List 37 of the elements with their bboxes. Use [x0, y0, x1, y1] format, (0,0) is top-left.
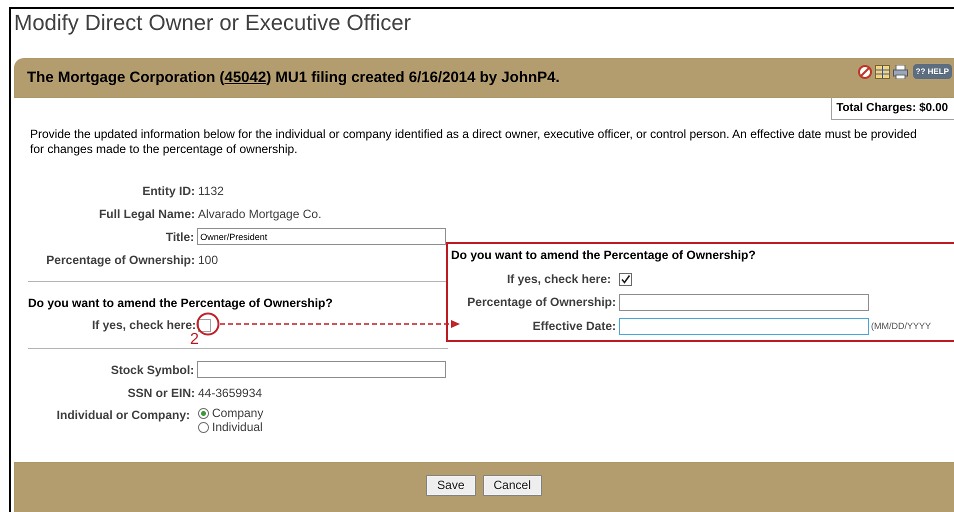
field-value: Alvarado Mortgage Co. [198, 206, 322, 223]
amend-question: Do you want to amend the Percentage of Ownership? [28, 295, 334, 312]
field-label: Effective Date: [532, 318, 617, 336]
amend-question: Do you want to amend the Percentage of Ownership? [451, 247, 757, 264]
field-label: If yes, check here: [506, 271, 612, 288]
field-label: Percentage of Ownership: [466, 294, 617, 312]
total-charges: Total Charges: $0.00 [831, 98, 954, 120]
page-title: Modify Direct Owner or Executive Officer [14, 10, 412, 36]
checkbox[interactable] [619, 272, 632, 286]
radio-option[interactable]: Individual [198, 420, 264, 434]
text-field[interactable] [619, 294, 869, 311]
field-value: 1132 [198, 182, 224, 200]
text-field[interactable] [619, 318, 869, 335]
filing-heading: The Mortgage Corporation (45042) MU1 filing created 6/16/2014 by JohnP4. [27, 68, 560, 88]
field-label: Individual or Company: [56, 407, 191, 424]
printer-icon[interactable] [892, 64, 908, 78]
text-field[interactable] [197, 361, 446, 378]
field-label: Title: [164, 228, 196, 246]
field-label: Entity ID: [141, 182, 196, 200]
no-entry-icon[interactable] [858, 64, 872, 78]
date-hint: (MM/DD/YYYY [871, 320, 932, 333]
form-button[interactable]: Cancel [482, 474, 542, 496]
intro-text: Provide the updated information below for the individual or company identified as a direct owner, executive officer, or control person. An effective date must be provided for changes made to the percentage of ownership. [30, 127, 918, 158]
field-label: If yes, check here: [90, 317, 197, 332]
help-button[interactable]: ?? HELP [912, 64, 952, 79]
field-label: Full Legal Name: [98, 206, 196, 223]
field-label: SSN or EIN: [126, 384, 196, 402]
callout-number: 2 [190, 332, 199, 348]
field-value: 44-3659934 [198, 384, 262, 402]
field-value: 100 [198, 252, 218, 269]
field-label: Percentage of Ownership: [45, 252, 196, 269]
text-field[interactable]: Owner/President [197, 228, 446, 246]
grid-icon[interactable] [874, 64, 890, 78]
form-button[interactable]: Save [426, 474, 476, 496]
filing-link[interactable]: 45042 [224, 68, 266, 86]
field-label: Stock Symbol: [110, 362, 196, 379]
radio-option[interactable]: Company [198, 406, 264, 420]
